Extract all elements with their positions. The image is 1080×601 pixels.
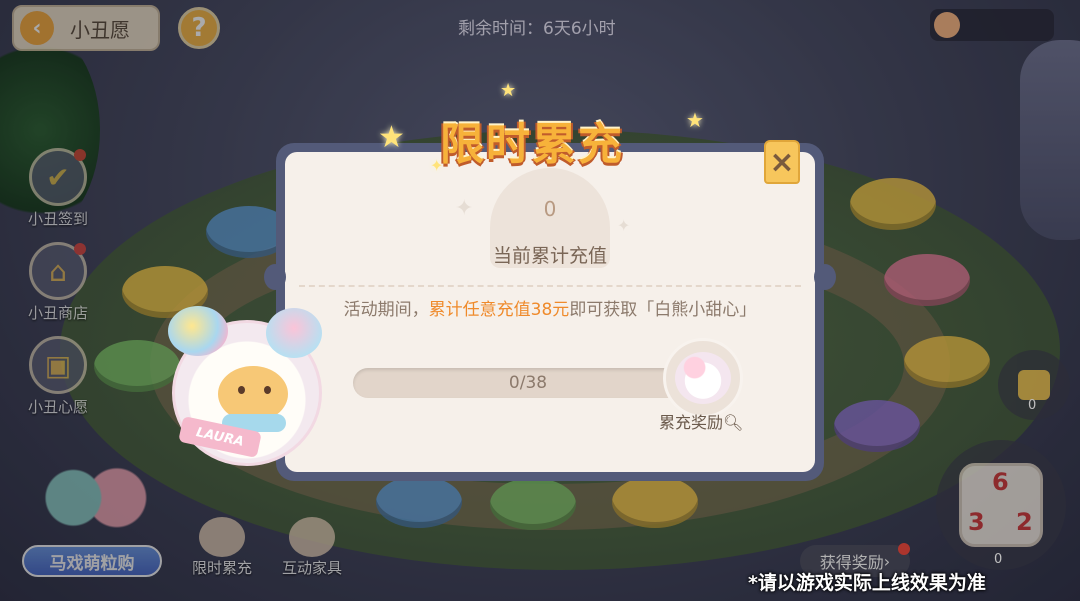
mascot-eye	[264, 386, 271, 394]
activity-description: 活动期间，累计任意充值38元即可获取「白熊小甜心」	[285, 295, 815, 320]
reward-preview-link[interactable]: 累充奖励🔍︎	[659, 409, 743, 433]
recharge-progress-bar: 0/38	[353, 368, 703, 398]
current-recharge-value: 0	[543, 197, 557, 221]
mascot-eye	[238, 386, 245, 394]
close-icon: ×	[769, 144, 795, 180]
description-prefix: 活动期间，	[343, 300, 429, 320]
polar-bear-mascot-icon	[675, 352, 731, 404]
mascot-puff	[168, 306, 228, 356]
dialog-title: 限时累充	[440, 119, 624, 170]
disclaimer-text: *请以游戏实际上线效果为准	[748, 572, 986, 594]
magnifier-icon: 🔍︎	[723, 413, 744, 432]
mascot-puff	[266, 308, 322, 358]
reward-label: 累充奖励	[659, 413, 724, 432]
close-button[interactable]: ×	[764, 140, 800, 184]
dialog-body: ✦ ✦ 0 当前累计充值 活动期间，累计任意充值38元即可获取「白熊小甜心」 0…	[285, 152, 815, 472]
star-icon: ★	[500, 80, 517, 101]
laura-mascot: LAURA	[166, 306, 330, 470]
description-highlight: 累计任意充值38元	[428, 300, 570, 320]
star-icon: ★	[686, 108, 704, 132]
dialog-notch-left	[264, 264, 286, 290]
dashed-divider	[299, 285, 801, 287]
reward-preview-button[interactable]	[663, 338, 743, 418]
progress-text: 0/38	[508, 373, 548, 393]
current-recharge-label: 当前累计充值	[492, 245, 607, 267]
limited-recharge-dialog: ✦ ✦ 0 当前累计充值 活动期间，累计任意充值38元即可获取「白熊小甜心」 0…	[264, 143, 836, 481]
dialog-notch-right	[814, 264, 836, 290]
star-icon: ★	[378, 120, 405, 155]
description-suffix: 即可获取「白熊小甜心」	[569, 300, 757, 320]
